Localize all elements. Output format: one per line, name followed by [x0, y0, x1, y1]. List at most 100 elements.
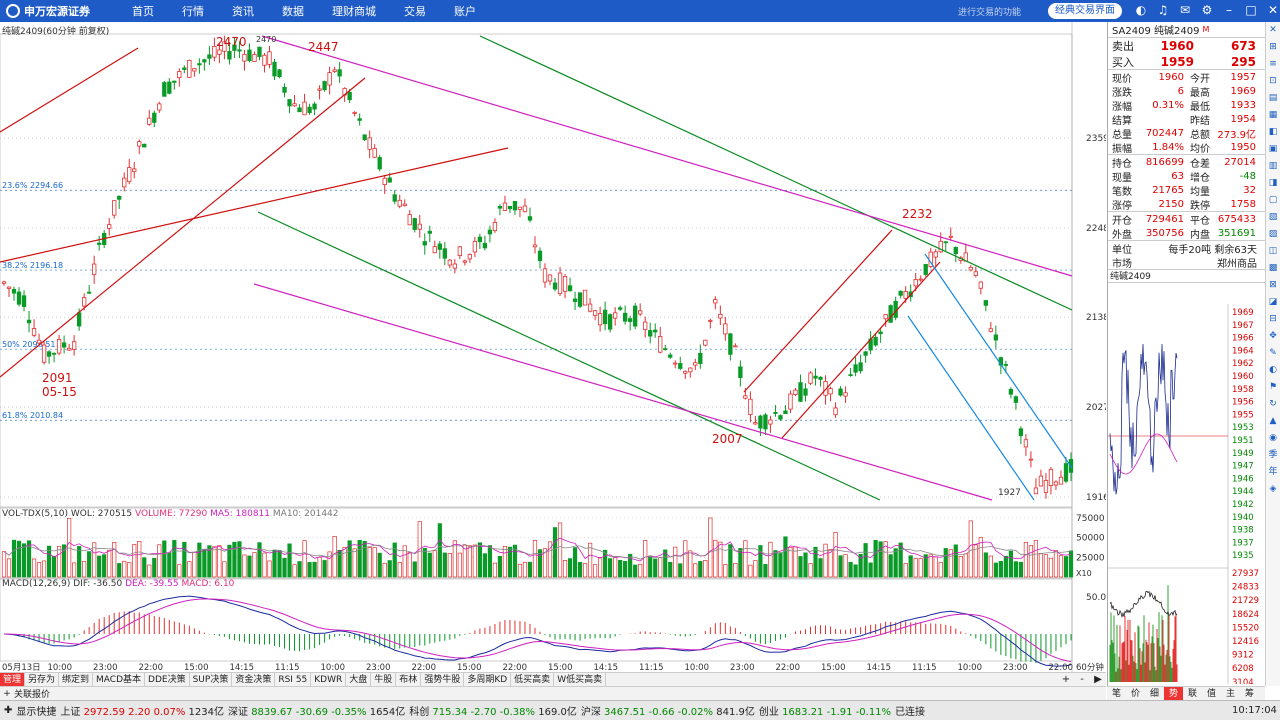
zoom-control[interactable]: + — [1058, 674, 1074, 685]
indicator-tab[interactable]: DDE决策 — [145, 672, 190, 687]
minimize-icon[interactable]: – — [1218, 3, 1240, 17]
tool-icon[interactable]: ⊟ — [1269, 311, 1277, 328]
quote-tab[interactable]: 势 — [1164, 687, 1183, 700]
indicator-tab[interactable]: RSI 55 — [275, 672, 312, 687]
cy-index[interactable]: 创业 1683.21 -1.91 -0.11% — [759, 703, 891, 718]
quote-tab[interactable]: 笔 — [1107, 687, 1126, 700]
classic-trade-button[interactable]: 经典交易界面 — [1048, 3, 1122, 19]
tool-icon[interactable]: ◫ — [1269, 243, 1278, 260]
tool-icon[interactable]: ◧ — [1269, 124, 1278, 141]
indicator-tab[interactable]: 资金决策 — [232, 672, 276, 687]
menu-market[interactable]: 行情 — [168, 3, 218, 19]
sz-index[interactable]: 深证 8839.67 -30.69 -0.35% 1654亿 — [228, 703, 405, 718]
indicator-tab[interactable]: 布林 — [396, 672, 422, 687]
indicator-tab[interactable]: KDWR — [311, 672, 347, 687]
quote-tab[interactable]: 值 — [1202, 687, 1221, 700]
intraday-chart[interactable]: 1969 1967 1966 1964 1962 1960 1958 1956 1955 1953… — [1108, 304, 1266, 684]
volume-bar — [382, 562, 387, 578]
tool-icon[interactable]: ▤ — [1269, 90, 1278, 107]
menu-wealth[interactable]: 理财商城 — [318, 3, 390, 19]
volume-bar — [127, 562, 132, 578]
indicator-tab[interactable]: MACD基本 — [93, 672, 146, 687]
zoom-control[interactable]: ▶ — [1090, 674, 1106, 685]
skin-icon[interactable]: ◐ — [1130, 3, 1152, 17]
tool-icon[interactable]: ⊡ — [1269, 73, 1277, 90]
chart-area[interactable]: 2359 2248 2138 2027 1916 23.6% 2294.66 38.2% 2… — [0, 22, 1106, 686]
expand-icon[interactable]: + — [0, 689, 14, 699]
menu-trade[interactable]: 交易 — [390, 3, 440, 19]
tool-icon[interactable]: ≡ — [1269, 56, 1277, 73]
tool-icon[interactable]: ◨ — [1269, 175, 1278, 192]
tool-icon[interactable]: ✕ — [1269, 22, 1277, 39]
volume-bar — [447, 553, 452, 578]
quote-tab[interactable]: 筹 — [1240, 687, 1259, 700]
quick-icon[interactable]: ✚ — [4, 705, 12, 716]
tool-icon[interactable]: ▦ — [1269, 107, 1278, 124]
tool-icon[interactable]: ✎ — [1269, 345, 1277, 362]
quote-tab[interactable]: 主 — [1221, 687, 1240, 700]
quick-toggle[interactable]: 显示快捷 — [16, 703, 56, 718]
tool-icon[interactable]: ✥ — [1269, 328, 1277, 345]
candle-body — [743, 395, 748, 399]
quote-tab[interactable]: 联 — [1183, 687, 1202, 700]
clock: 10:17:04 — [1232, 705, 1277, 716]
tool-icon[interactable]: ◪ — [1269, 294, 1278, 311]
tool-icon[interactable]: ▩ — [1269, 260, 1278, 277]
indicator-tab[interactable]: 低买高卖 — [511, 672, 555, 687]
tool-icon[interactable]: ▢ — [1269, 192, 1278, 209]
tool-icon[interactable]: ▥ — [1269, 158, 1278, 175]
candle-body — [297, 107, 302, 113]
menu-account[interactable]: 账户 — [440, 3, 490, 19]
indicator-tab[interactable]: 牛股 — [371, 672, 397, 687]
indicator-tab[interactable]: 绑定到 — [59, 672, 94, 687]
tool-icon[interactable]: ◈ — [1270, 481, 1277, 498]
tool-icon[interactable]: ▧ — [1269, 209, 1278, 226]
macd-tick: 50.00 — [1086, 593, 1106, 603]
mini-chart-title: 纯碱2409 — [1108, 269, 1265, 283]
mail-icon[interactable]: ✉ — [1174, 3, 1196, 17]
tool-icon[interactable]: 年 — [1268, 464, 1277, 481]
tool-icon[interactable]: ↻ — [1269, 396, 1277, 413]
tool-icon[interactable]: ◐ — [1269, 362, 1277, 379]
volume-bar — [342, 547, 347, 578]
maximize-icon[interactable]: □ — [1240, 3, 1262, 17]
indicator-tab[interactable]: SUP决策 — [190, 672, 233, 687]
indicator-tab[interactable]: 管理 — [0, 672, 26, 687]
indicator-tab[interactable]: 强势牛股 — [421, 672, 465, 687]
tool-icon[interactable]: ◉ — [1269, 430, 1277, 447]
sell-row: 卖出 1960 673 — [1112, 39, 1256, 53]
close-icon[interactable]: ✕ — [1262, 3, 1280, 17]
quote-tab[interactable]: 价 — [1126, 687, 1145, 700]
tool-icon[interactable]: 季 — [1268, 447, 1277, 464]
tool-icon[interactable]: ▲ — [1270, 413, 1277, 430]
candle-body — [462, 260, 468, 263]
menu-news[interactable]: 资讯 — [218, 3, 268, 19]
candle-body — [262, 54, 267, 66]
headset-icon[interactable]: ♫ — [1152, 3, 1174, 17]
tool-icon[interactable]: ⚑ — [1269, 379, 1277, 396]
indicator-tab[interactable]: 多周期KD — [464, 672, 512, 687]
zoom-control[interactable]: - — [1074, 674, 1090, 685]
tool-icon[interactable]: ⊠ — [1269, 277, 1277, 294]
quote-tab[interactable]: 细 — [1145, 687, 1164, 700]
hs-index[interactable]: 沪深 3467.51 -0.66 -0.02% 841.9亿 — [581, 703, 755, 718]
indicator-tab[interactable]: 另存为 — [25, 672, 60, 687]
kc-index[interactable]: 科创 715.34 -2.70 -0.38% 169.0亿 — [409, 703, 577, 718]
tool-icon[interactable]: ▣ — [1269, 141, 1278, 158]
tool-icon[interactable]: ▨ — [1269, 226, 1278, 243]
settings-icon[interactable]: ⚙ — [1196, 3, 1218, 17]
volume-bar — [152, 557, 157, 578]
candle-body — [863, 351, 868, 356]
candle-body — [267, 51, 272, 65]
menu-home[interactable]: 首页 — [118, 3, 168, 19]
mini-price-tick: 1964 — [1232, 346, 1254, 356]
menu-data[interactable]: 数据 — [268, 3, 318, 19]
q2-row: 笔数 21765 均量 32 — [1112, 184, 1256, 198]
volume-bar — [718, 541, 723, 578]
indicator-tab[interactable]: W低买高卖 — [554, 672, 607, 687]
kline-chart[interactable]: 2359 2248 2138 2027 1916 23.6% 2294.66 38.2% 2… — [0, 22, 1106, 672]
related-quote-label[interactable]: 关联报价 — [14, 687, 50, 700]
sh-index[interactable]: 上证 2972.59 2.20 0.07% 1234亿 — [60, 703, 224, 718]
tool-icon[interactable]: ⊞ — [1269, 39, 1277, 56]
indicator-tab[interactable]: 大盘 — [346, 672, 372, 687]
